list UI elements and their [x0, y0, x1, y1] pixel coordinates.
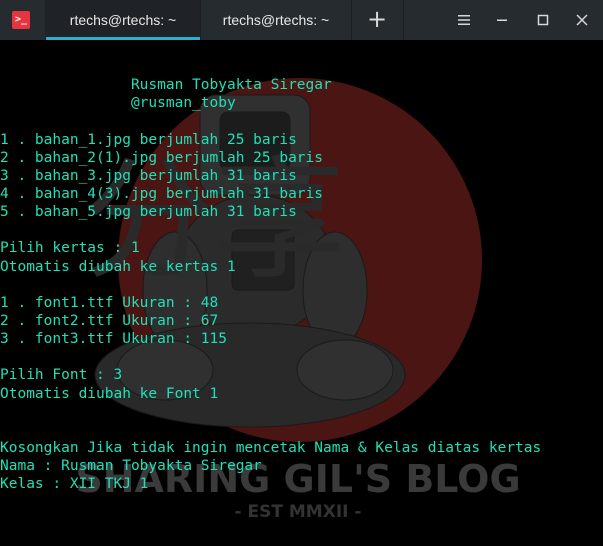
tab-separator [403, 0, 404, 40]
terminal-line: Otomatis diubah ke Font 1 [0, 385, 219, 402]
maximize-icon [537, 14, 549, 26]
watermark-subtitle: - EST MMXII - [235, 502, 362, 522]
terminal-line: 3 . bahan_3.jpg berjumlah 31 baris [0, 167, 297, 184]
terminal-line: Kelas : XII TKJ 1 [0, 476, 149, 493]
terminal-line: Rusman Tobyakta Siregar [0, 77, 332, 94]
terminal-line: 2 . bahan_2(1).jpg berjumlah 25 baris [0, 149, 324, 166]
menu-button[interactable] [452, 0, 476, 40]
tab-2[interactable]: rtechs@rtechs: ~ [201, 0, 351, 40]
terminal-line: 2 . font2.ttf Ukuran : 67 [0, 312, 219, 329]
maximize-button[interactable] [531, 0, 555, 40]
terminal-line: Pilih kertas : 1 [0, 240, 140, 257]
terminal-window: >_ rtechs@rtechs: ~ rtechs@rtechs: ~ + 分… [0, 0, 603, 546]
terminal-line: Otomatis diubah ke kertas 1 [0, 258, 236, 275]
terminal-line: Nama : Rusman Tobyakta Siregar [0, 458, 262, 475]
terminal-app-icon[interactable]: >_ [12, 11, 30, 29]
terminal-line: 3 . font3.ttf Ukuran : 115 [0, 331, 227, 348]
terminal-line: 1 . bahan_1.jpg berjumlah 25 baris [0, 131, 297, 148]
terminal-line: Kosongkan Jika tidak ingin mencetak Nama… [0, 439, 542, 456]
minimize-icon [497, 19, 507, 21]
tab-separator [351, 0, 352, 40]
hamburger-menu-icon [458, 15, 470, 25]
new-tab-button[interactable]: + [366, 0, 388, 40]
terminal-lines: Rusman Tobyakta Siregar @rusman_toby 1 . … [0, 58, 541, 493]
terminal-line: Pilih Font : 3 [0, 367, 123, 384]
terminal-line: 1 . font1.ttf Ukuran : 48 [0, 294, 219, 311]
title-bar: >_ rtechs@rtechs: ~ rtechs@rtechs: ~ + [0, 0, 603, 40]
terminal-line: @rusman_toby [0, 95, 236, 112]
terminal-line: 4 . bahan_4(3).jpg berjumlah 31 baris [0, 185, 324, 202]
close-icon [576, 14, 588, 26]
tab-1[interactable]: rtechs@rtechs: ~ [46, 0, 200, 40]
close-button[interactable] [570, 0, 594, 40]
minimize-button[interactable] [490, 0, 514, 40]
terminal-line: 5 . bahan_5.jpg berjumlah 31 baris [0, 204, 297, 221]
terminal-output-area[interactable]: 分享 SHARING GIL'S BLOG - EST MMXII - Rusm… [0, 40, 603, 546]
